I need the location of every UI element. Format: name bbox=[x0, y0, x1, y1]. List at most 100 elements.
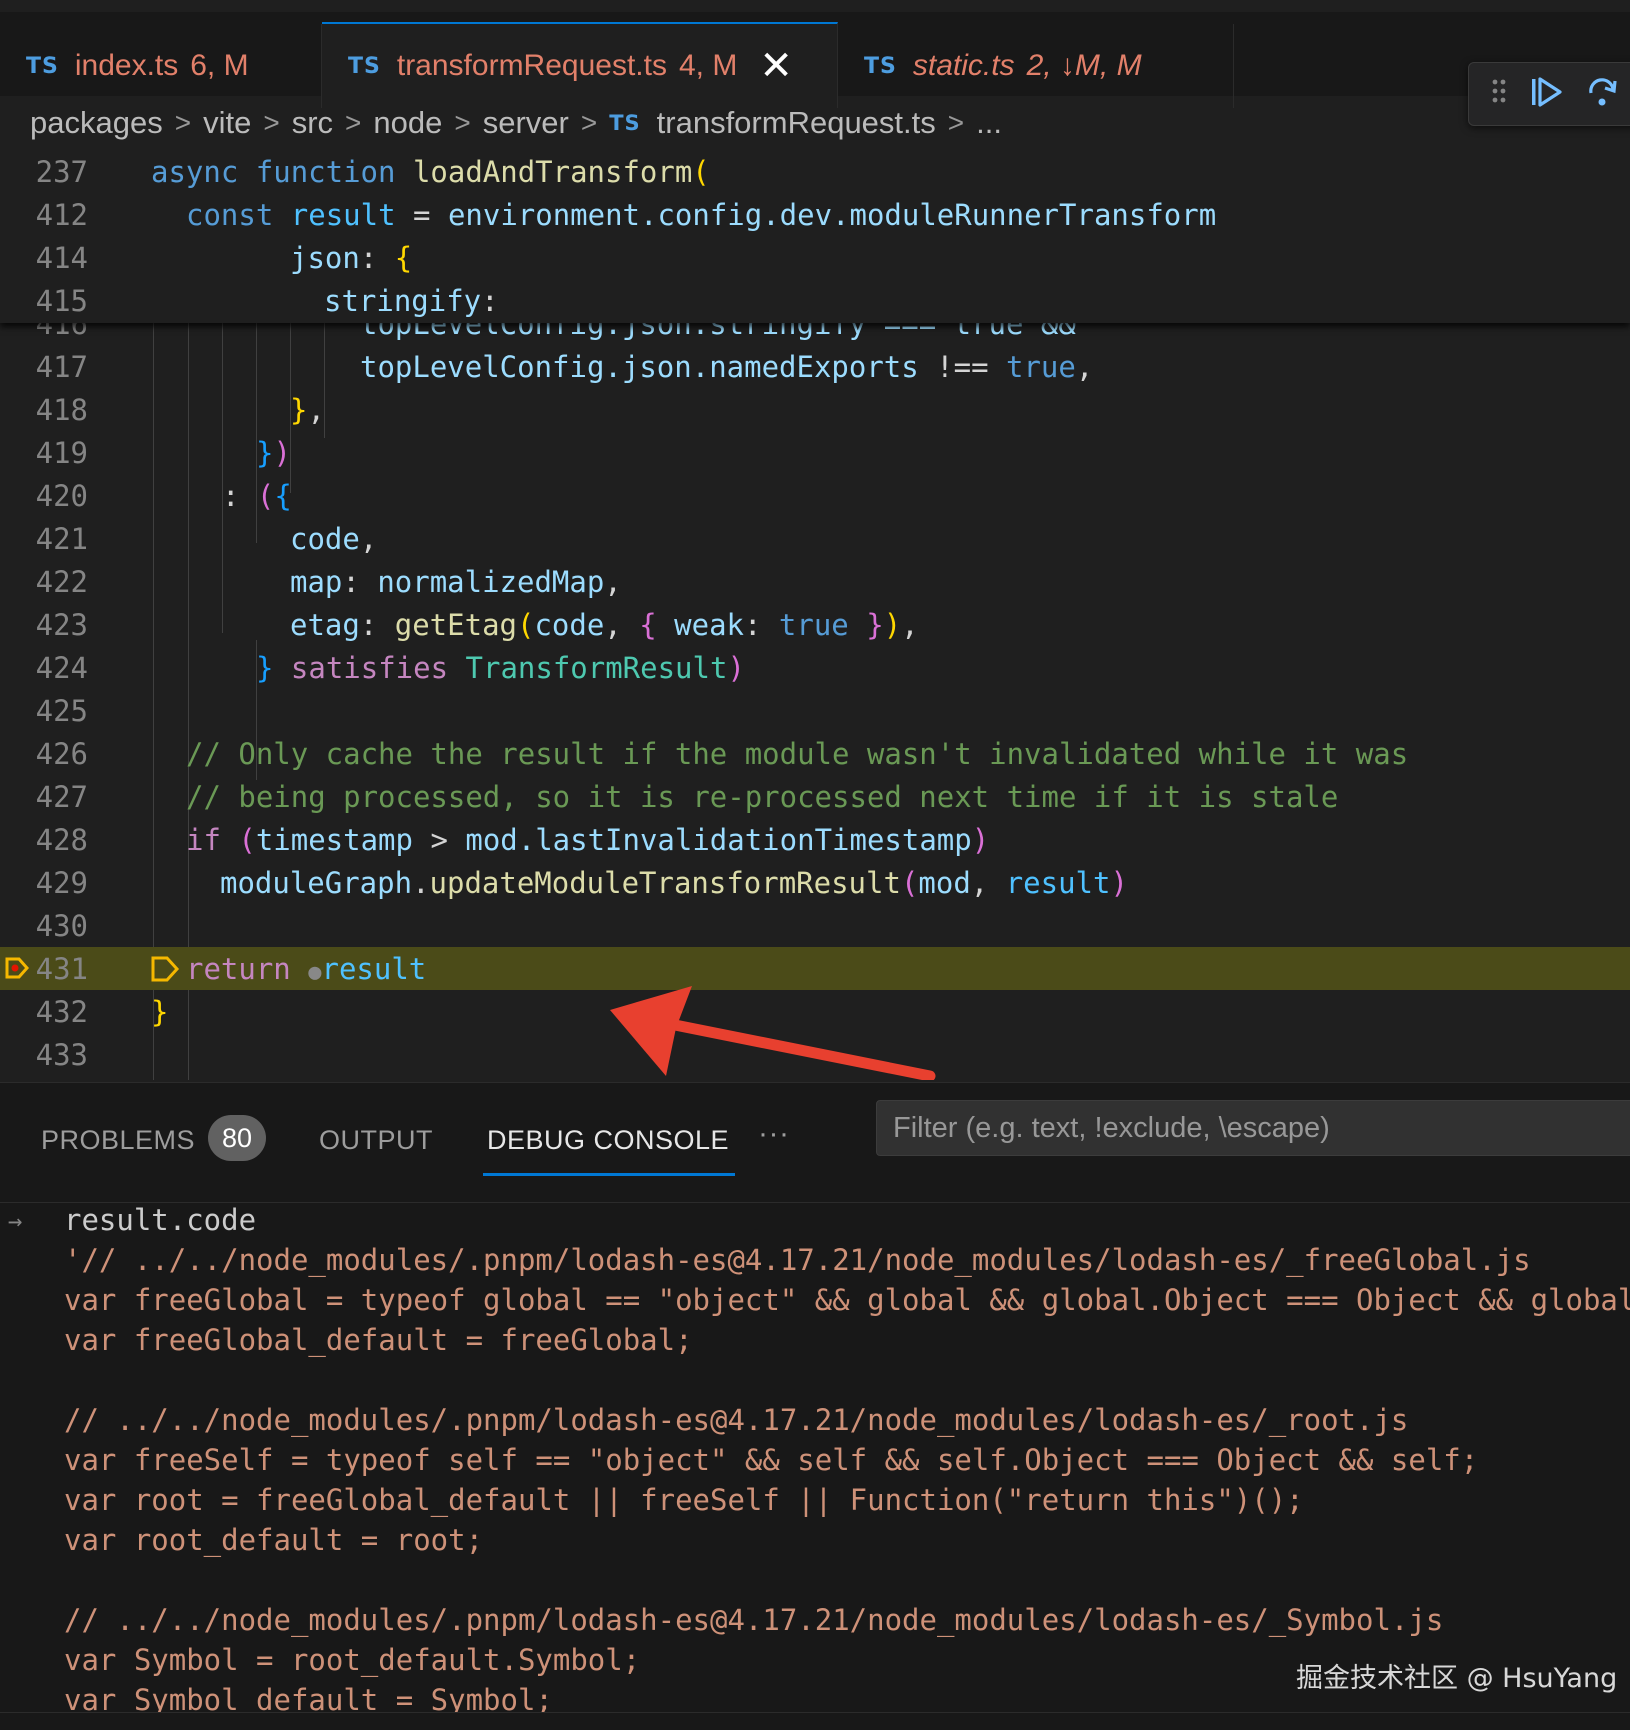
code-line: 430 bbox=[0, 904, 1630, 947]
code-text: code, bbox=[290, 521, 378, 556]
code-line: 415 stringify: bbox=[0, 279, 1630, 322]
line-number: 430 bbox=[35, 908, 88, 943]
typescript-icon: TS bbox=[864, 53, 897, 79]
line-number: 414 bbox=[35, 240, 88, 275]
line-number: 421 bbox=[35, 521, 88, 556]
typescript-icon: TS bbox=[609, 111, 641, 135]
console-output-line: var freeGlobal = typeof global == "objec… bbox=[64, 1283, 1630, 1317]
close-icon[interactable]: ✕ bbox=[759, 43, 793, 89]
console-filter-input[interactable]: Filter (e.g. text, !exclude, \escape) bbox=[876, 1100, 1630, 1156]
code-text: : ({ bbox=[222, 478, 292, 513]
tab-debug-console[interactable]: DEBUG CONSOLE bbox=[482, 1125, 736, 1176]
breadcrumb-item-packages[interactable]: packages bbox=[30, 105, 163, 141]
code-line: 417 topLevelConfig.json.namedExports !==… bbox=[0, 345, 1630, 388]
code-text: } satisfies TransformResult) bbox=[256, 650, 745, 685]
more-actions-icon[interactable]: ··· bbox=[758, 1117, 789, 1151]
chevron-right-icon: > bbox=[580, 107, 598, 138]
line-number: 420 bbox=[35, 478, 88, 513]
line-number: 237 bbox=[35, 154, 88, 189]
code-line: 429 moduleGraph.updateModuleTransformRes… bbox=[0, 861, 1630, 904]
code-line: 414 json: { bbox=[0, 236, 1630, 279]
code-line: 426 // Only cache the result if the modu… bbox=[0, 732, 1630, 775]
problems-count-badge: 80 bbox=[208, 1115, 266, 1161]
line-number: 425 bbox=[35, 693, 88, 728]
console-output-line: '// ../../node_modules/.pnpm/lodash-es@4… bbox=[64, 1243, 1531, 1277]
line-number: 432 bbox=[35, 994, 88, 1029]
tab-status: 4, M bbox=[678, 49, 738, 82]
line-number: 428 bbox=[35, 822, 88, 857]
code-line: 237 async function loadAndTransform( bbox=[0, 150, 1630, 193]
repl-input-bar[interactable] bbox=[0, 1712, 1630, 1730]
breadcrumb-item-vite[interactable]: vite bbox=[203, 105, 251, 141]
console-output-line: // ../../node_modules/.pnpm/lodash-es@4.… bbox=[64, 1603, 1444, 1637]
code-text: json: { bbox=[290, 240, 413, 275]
code-line: 412 const result = environment.config.de… bbox=[0, 193, 1630, 236]
code-text: return ●result bbox=[186, 951, 427, 986]
code-line: 421 code, bbox=[0, 517, 1630, 560]
code-text: async function loadAndTransform( bbox=[151, 154, 710, 189]
code-line: 427 // being processed, so it is re-proc… bbox=[0, 775, 1630, 818]
panel-tab-bar: PROBLEMS 80 OUTPUT DEBUG CONSOLE ··· Fil… bbox=[0, 1083, 1630, 1203]
code-text: }, bbox=[290, 392, 325, 427]
chevron-right-icon: > bbox=[174, 107, 192, 138]
line-number: 418 bbox=[35, 392, 88, 427]
code-line: 419 }) bbox=[0, 431, 1630, 474]
code-text: if (timestamp > mod.lastInvalidationTime… bbox=[186, 822, 990, 857]
chevron-right-icon: > bbox=[263, 107, 280, 138]
code-line: 418 }, bbox=[0, 388, 1630, 431]
breadcrumb: packages > vite > src > node > server > … bbox=[0, 96, 1630, 150]
tab-problems[interactable]: PROBLEMS bbox=[41, 1125, 195, 1156]
line-number: 417 bbox=[35, 349, 88, 384]
bottom-panel: PROBLEMS 80 OUTPUT DEBUG CONSOLE ··· Fil… bbox=[0, 1082, 1630, 1730]
line-number: 426 bbox=[35, 736, 88, 771]
breadcrumb-item-src[interactable]: src bbox=[292, 105, 333, 141]
red-arrow-annotation bbox=[610, 986, 936, 1080]
code-line: 428 if (timestamp > mod.lastInvalidation… bbox=[0, 818, 1630, 861]
line-number: 423 bbox=[35, 607, 88, 642]
line-number: 415 bbox=[35, 283, 88, 318]
tab-label: index.ts bbox=[74, 49, 179, 82]
typescript-icon: TS bbox=[26, 53, 59, 79]
tab-status: 6, M bbox=[190, 49, 249, 82]
code-line: 425 bbox=[0, 689, 1630, 732]
line-number: 424 bbox=[35, 650, 88, 685]
code-line: 420 : ({ bbox=[0, 474, 1630, 517]
code-line: 423 etag: getEtag(code, { weak: true }), bbox=[0, 603, 1630, 646]
breadcrumb-item-file[interactable]: transformRequest.ts bbox=[657, 105, 936, 141]
code-line: 424 } satisfies TransformResult) bbox=[0, 646, 1630, 689]
breadcrumb-item-server[interactable]: server bbox=[483, 105, 569, 141]
editor-tab-bar: TS index.ts 6, M TS transformRequest.ts … bbox=[0, 0, 1630, 108]
console-output-line: var Symbol = root_default.Symbol; bbox=[64, 1643, 641, 1677]
console-output-line: var Symbol_default = Symbol; bbox=[64, 1683, 553, 1713]
debug-console-output[interactable]: → result.code '// ../../node_modules/.pn… bbox=[0, 1203, 1630, 1713]
sticky-scroll-header: 237 async function loadAndTransform( 412… bbox=[0, 150, 1630, 323]
chevron-right-icon: > bbox=[345, 107, 362, 138]
breakpoint-stopped-icon[interactable] bbox=[4, 955, 30, 981]
code-text: etag: getEtag(code, { weak: true }), bbox=[290, 607, 919, 642]
code-text: } bbox=[151, 994, 169, 1029]
breadcrumb-item-more[interactable]: ... bbox=[976, 105, 1002, 141]
line-number: 419 bbox=[35, 435, 88, 470]
code-text: const result = environment.config.dev.mo… bbox=[186, 197, 1217, 232]
tab-output[interactable]: OUTPUT bbox=[319, 1125, 433, 1156]
console-output-line: var root_default = root; bbox=[64, 1523, 484, 1557]
code-comment: // Only cache the result if the module w… bbox=[186, 736, 1409, 771]
tab-status: 2, ↓M, M bbox=[1026, 49, 1142, 82]
code-comment: // being processed, so it is re-processe… bbox=[186, 779, 1339, 814]
code-text: stringify: bbox=[324, 283, 499, 318]
breadcrumb-item-node[interactable]: node bbox=[373, 105, 442, 141]
chevron-right-icon: > bbox=[947, 107, 965, 138]
line-number: 412 bbox=[35, 197, 88, 232]
line-number: 427 bbox=[35, 779, 88, 814]
line-number: 422 bbox=[35, 564, 88, 599]
current-statement-icon bbox=[151, 956, 180, 982]
console-output-line: var freeSelf = typeof self == "object" &… bbox=[64, 1443, 1479, 1477]
console-input-line: result.code bbox=[64, 1203, 257, 1237]
watermark: 掘金技术社区 @ HsuYang bbox=[1296, 1663, 1618, 1694]
console-output-line: var root = freeGlobal_default || freeSel… bbox=[64, 1483, 1304, 1517]
code-text: topLevelConfig.json.namedExports !== tru… bbox=[360, 349, 1094, 384]
chevron-right-icon: > bbox=[454, 107, 471, 138]
line-number: 433 bbox=[35, 1037, 88, 1072]
code-editor[interactable]: 237 async function loadAndTransform( 412… bbox=[0, 150, 1630, 1080]
inline-breakpoint-dot-icon: ● bbox=[308, 959, 322, 985]
